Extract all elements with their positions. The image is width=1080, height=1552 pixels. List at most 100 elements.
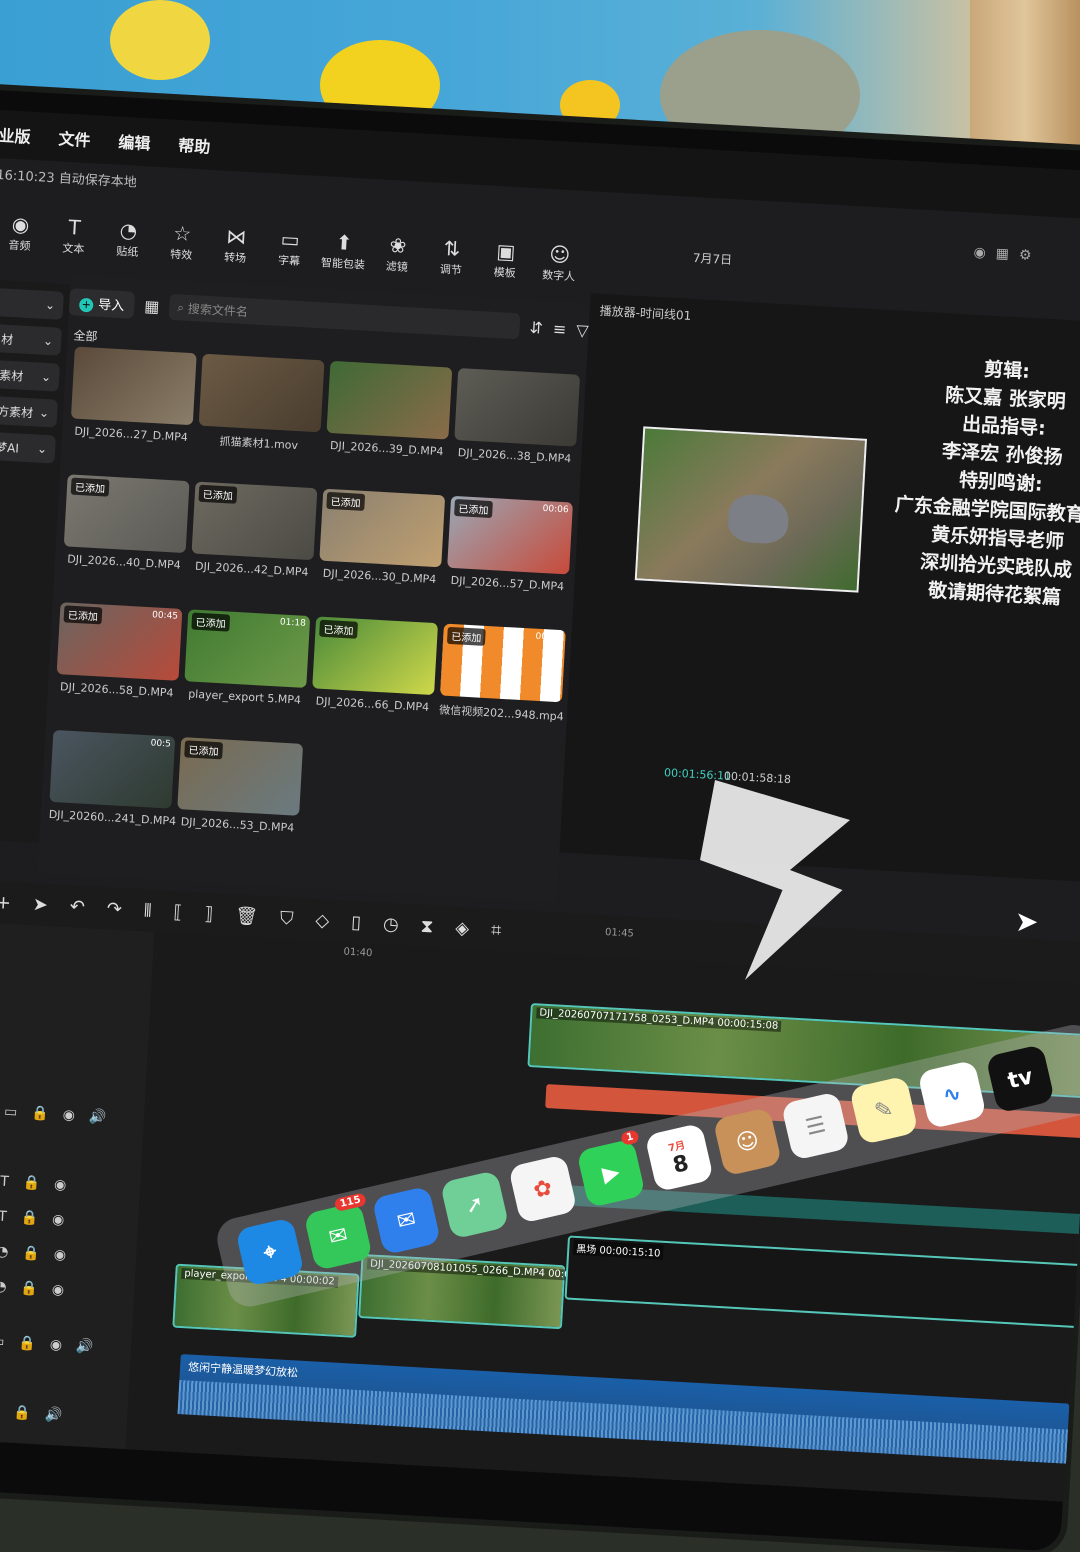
menu-file[interactable]: 文件: [58, 125, 91, 151]
sidebar-item[interactable]: 梦AI ⌄: [0, 431, 56, 464]
project-date: 7月7日: [692, 250, 733, 268]
eye-icon[interactable]: ◉: [52, 1212, 65, 1229]
menu-help[interactable]: 帮助: [178, 132, 211, 158]
added-badge: 已添加: [319, 619, 358, 639]
lock-icon[interactable]: 🔒: [20, 1280, 38, 1297]
delete-icon[interactable]: 🗑: [235, 905, 259, 927]
tool-avatar[interactable]: ☺ 数字人: [530, 240, 587, 303]
tool-caption[interactable]: ▭ 字幕: [261, 225, 318, 288]
media-clip[interactable]: 00:5 DJI_20260...241_D.MP4: [48, 729, 177, 828]
funnel-icon[interactable]: ▽: [576, 320, 589, 340]
shield-icon[interactable]: ⛉: [279, 907, 294, 929]
lock-icon[interactable]: 🔒: [31, 1105, 49, 1122]
mouse-cursor-icon: ➤: [1015, 905, 1039, 938]
tool-adjust[interactable]: ⇅ 调节: [422, 234, 479, 297]
search-input[interactable]: ⌕ 搜索文件名: [168, 293, 521, 340]
media-clip[interactable]: 已添加 DJI_2026...40_D.MP4: [63, 474, 190, 572]
media-clip[interactable]: DJI_2026...38_D.MP4: [453, 367, 581, 466]
menu-edit[interactable]: 编辑: [118, 129, 151, 155]
undo-icon[interactable]: ↶: [69, 896, 85, 918]
layout-icon[interactable]: ▦: [995, 246, 1009, 263]
track-header-text-2: T 🔒 ◉: [0, 1209, 65, 1229]
black-clip[interactable]: 黑场 00:00:15:10: [564, 1235, 1080, 1329]
eye-icon[interactable]: ◉: [62, 1107, 75, 1124]
sidebar-item[interactable]: 方素材 ⌄: [0, 395, 58, 428]
added-badge: 已添加: [198, 484, 238, 504]
sidebar-item[interactable]: 材 ⌄: [0, 324, 62, 356]
media-clip[interactable]: 已添加 DJI_2026...66_D.MP4: [311, 616, 439, 714]
filter-list-icon[interactable]: ≡: [552, 319, 566, 339]
sort-icon[interactable]: ⇵: [529, 317, 543, 337]
settings-icon[interactable]: ⚙: [1018, 247, 1031, 264]
media-clip[interactable]: DJI_2026...27_D.MP4: [70, 346, 197, 445]
media-clip[interactable]: DJI_2026...39_D.MP4: [325, 360, 453, 459]
trim-right-icon[interactable]: ⟧: [204, 903, 214, 924]
add-track-icon[interactable]: +: [0, 892, 11, 914]
media-clip[interactable]: 已添加 00:06 DJI_2026...57_D.MP4: [446, 495, 573, 594]
eye-icon[interactable]: ◉: [51, 1282, 64, 1299]
media-clip[interactable]: 已添加 00:30 微信视频202...948.mp4: [439, 623, 566, 725]
tool-label: 调节: [439, 262, 463, 278]
rotate-icon[interactable]: ◈: [455, 917, 470, 939]
tool-text[interactable]: T 文本: [45, 213, 102, 276]
track-header-video: ▭ 🔒 ◉ 🔊: [4, 1104, 107, 1126]
mirror-icon[interactable]: ⧗: [420, 915, 434, 937]
sidebar-item[interactable]: 素材 ⌄: [0, 359, 60, 392]
audio-clip[interactable]: 悠闲宁静温暖梦幻放松: [177, 1354, 1070, 1464]
select-tool-icon[interactable]: ➤: [32, 894, 48, 916]
eye-icon[interactable]: ◉: [54, 1177, 67, 1194]
tool-effects[interactable]: ☆ 特效: [153, 219, 210, 282]
volume-icon[interactable]: 🔊: [44, 1407, 62, 1424]
track-header-sticker-1: ◔ 🔒 ◉: [0, 1244, 66, 1264]
preview-frame[interactable]: [634, 426, 867, 593]
media-clip[interactable]: 已添加 01:18 player_export 5.MP4: [183, 609, 311, 707]
account-icon[interactable]: ◉: [973, 245, 986, 262]
media-clip[interactable]: 抓猫素材1.mov: [197, 353, 325, 455]
media-clip[interactable]: 已添加 DJI_2026...30_D.MP4: [318, 488, 446, 587]
menu-app-name[interactable]: 业版: [0, 122, 31, 148]
lock-icon[interactable]: 🔒: [22, 1175, 40, 1192]
tool-sticker[interactable]: ◔ 贴纸: [99, 216, 156, 279]
freeze-icon[interactable]: ▯: [351, 911, 362, 933]
track-header-main: ▭ 🔒 ◉ 🔊: [0, 1333, 94, 1355]
crop-icon[interactable]: ⌗: [491, 919, 502, 941]
tool-label: 转场: [223, 250, 247, 265]
lock-icon[interactable]: 🔒: [13, 1405, 31, 1422]
lock-icon[interactable]: 🔒: [20, 1210, 38, 1227]
tool-filter[interactable]: ❀ 滤镜: [368, 231, 425, 294]
window-controls: ◉ ▦ ⚙: [973, 245, 1032, 264]
eye-icon[interactable]: ◉: [49, 1337, 62, 1354]
speed-icon[interactable]: ◷: [382, 913, 399, 935]
mask-icon[interactable]: ◇: [315, 909, 330, 931]
ruler-mark: 01:40: [343, 946, 373, 960]
media-clip[interactable]: 已添加 00:45 DJI_2026...58_D.MP4: [56, 602, 183, 700]
tool-label: 贴纸: [115, 244, 139, 259]
tool-label: 模板: [493, 265, 517, 281]
split-icon[interactable]: ⫴: [143, 900, 152, 921]
video-track-icon: ▭: [3, 1103, 18, 1121]
lock-icon[interactable]: 🔒: [22, 1245, 40, 1262]
media-clip[interactable]: 已添加 DJI_2026...53_D.MP4: [176, 737, 304, 835]
clip-name: DJI_20260...241_D.MP4: [48, 807, 177, 828]
sidebar-label: 方素材: [0, 403, 34, 420]
sidebar-item[interactable]: ⌄: [0, 288, 64, 320]
smart-pack-icon: ⬆: [335, 229, 354, 255]
tool-smart-pack[interactable]: ⬆ 智能包装: [315, 228, 372, 291]
volume-icon[interactable]: 🔊: [88, 1109, 106, 1126]
eye-icon[interactable]: ◉: [53, 1247, 66, 1264]
media-clip[interactable]: 已添加 DJI_2026...42_D.MP4: [190, 481, 318, 579]
grid-view-icon[interactable]: ▦: [144, 296, 160, 316]
sticker-icon: ◔: [119, 217, 138, 243]
import-button[interactable]: + 导入: [68, 287, 136, 319]
lock-icon[interactable]: 🔒: [18, 1335, 36, 1352]
tool-audio[interactable]: ◉ 音频: [0, 210, 48, 273]
trim-left-icon[interactable]: ⟦: [173, 901, 183, 922]
redo-icon[interactable]: ↷: [106, 898, 122, 920]
volume-icon[interactable]: 🔊: [76, 1338, 94, 1355]
chevron-down-icon: ⌄: [36, 441, 48, 457]
tool-label: 文本: [62, 241, 85, 256]
clip-name: 抓猫素材1.mov: [219, 434, 299, 453]
tool-template[interactable]: ▣ 模板: [476, 237, 533, 300]
total-time: 00:01:58:18: [723, 769, 792, 787]
tool-transition[interactable]: ⋈ 转场: [207, 222, 264, 285]
